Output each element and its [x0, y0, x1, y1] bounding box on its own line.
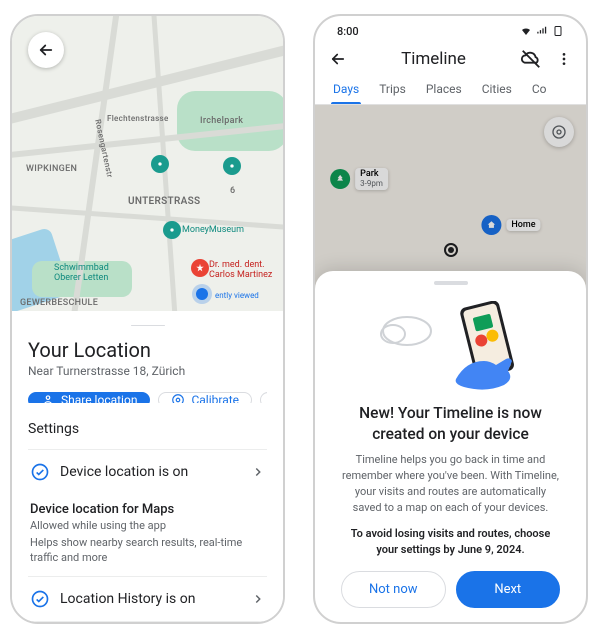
timeline-header: Timeline	[315, 42, 586, 72]
chip-calibrate-label: Calibrate	[191, 393, 239, 403]
signal-icon	[536, 25, 548, 37]
setting-location-history-label: Location History is on	[60, 591, 241, 607]
cloud-off-icon[interactable]	[520, 48, 542, 70]
back-button[interactable]	[28, 32, 64, 68]
battery-icon	[552, 25, 564, 37]
tab-countries[interactable]: Co	[522, 72, 557, 104]
setting-device-location-label: Device location is on	[60, 464, 241, 480]
tabs: Days Trips Places Cities Co	[315, 72, 586, 105]
drag-handle[interactable]	[434, 281, 468, 285]
more-vert-icon[interactable]	[556, 51, 572, 67]
sheet-cta: To avoid losing visits and routes, choos…	[341, 526, 560, 557]
label-kreis6: 6	[230, 186, 235, 196]
setting-maps-title: Device location for Maps	[30, 502, 265, 517]
poi-pin-money[interactable]	[163, 221, 181, 239]
chip-calibrate[interactable]: Calibrate	[158, 392, 252, 403]
tab-trips[interactable]: Trips	[369, 72, 416, 104]
sheet-title: New! Your Timeline is now created on you…	[341, 403, 560, 445]
chip-share-location[interactable]: Share location	[28, 392, 150, 403]
next-button[interactable]: Next	[456, 571, 561, 608]
arrow-left-icon	[37, 41, 55, 59]
tab-days[interactable]: Days	[323, 72, 369, 104]
wifi-icon	[520, 25, 532, 37]
header-title: Timeline	[401, 49, 466, 69]
compass-icon	[171, 393, 185, 403]
chip-share-label: Share location	[61, 393, 137, 403]
illustration	[371, 301, 531, 391]
check-circle-icon	[30, 462, 50, 482]
poi-pin-teal[interactable]	[151, 155, 169, 173]
back-button[interactable]	[329, 50, 347, 68]
poi-schwimmbad: Schwimmbad Oberer Letten	[54, 264, 109, 284]
setting-device-location[interactable]: Device location is on	[28, 449, 267, 494]
phone-right: 8:00 Timeline Days Trips Places Cities C…	[313, 14, 588, 624]
label-flechten: Flechtenstrasse	[107, 114, 169, 123]
chip-save-parking[interactable]: P Save parkin	[260, 392, 267, 403]
poi-recently: ently viewed	[215, 292, 259, 301]
chevron-right-icon	[251, 465, 265, 479]
label-irchelpark: Irchelpark	[200, 116, 243, 126]
setting-maps-allowed: Allowed while using the app	[30, 519, 265, 532]
label-unterstrass: UNTERSTRASS	[128, 196, 200, 207]
poi-pin-teal2[interactable]	[223, 157, 241, 175]
setting-location-history[interactable]: Location History is on	[28, 576, 267, 622]
map-area[interactable]: WIPKINGEN Irchelpark UNTERSTRASS 6 Flech…	[12, 16, 283, 311]
tab-cities[interactable]: Cities	[472, 72, 522, 104]
poi-pin-red[interactable]	[191, 259, 209, 277]
status-time: 8:00	[337, 25, 359, 38]
settings-label: Settings	[28, 421, 267, 437]
setting-maps-desc: Helps show nearby search results, real-t…	[30, 536, 265, 566]
chip-row: Share location Calibrate P Save parkin	[28, 392, 267, 403]
bottom-sheet: New! Your Timeline is now created on you…	[315, 271, 586, 622]
label-wipkingen: WIPKINGEN	[26, 164, 77, 174]
share-location-icon	[41, 393, 55, 403]
check-circle-icon	[30, 589, 50, 609]
drag-handle[interactable]	[131, 325, 165, 326]
page-subtitle: Near Turnerstrasse 18, Zürich	[28, 364, 267, 378]
page-title: Your Location	[28, 338, 267, 362]
status-bar: 8:00	[315, 20, 586, 42]
not-now-button[interactable]: Not now	[341, 571, 446, 608]
phone-left: WIPKINGEN Irchelpark UNTERSTRASS 6 Flech…	[10, 14, 285, 624]
content-area: Your Location Near Turnerstrasse 18, Zür…	[12, 311, 283, 622]
current-location-dot	[196, 288, 208, 300]
button-row: Not now Next	[341, 571, 560, 608]
poi-money: MoneyMuseum	[182, 226, 244, 236]
tab-places[interactable]: Places	[416, 72, 472, 104]
label-gewerbe: GEWERBESCHULE	[20, 298, 98, 308]
setting-maps-sub[interactable]: Device location for Maps Allowed while u…	[28, 494, 267, 576]
chevron-right-icon	[251, 592, 265, 606]
sheet-body: Timeline helps you go back in time and r…	[341, 452, 560, 516]
poi-dr: Dr. med. dent. Carlos Martinez	[209, 261, 272, 281]
